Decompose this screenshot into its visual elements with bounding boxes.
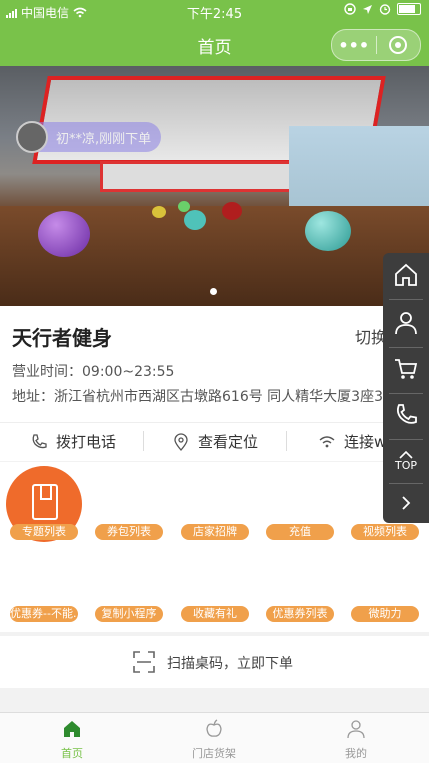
cart-icon: [395, 359, 418, 379]
scan-icon: [133, 651, 155, 673]
grid-item[interactable]: 优惠券--不能...: [10, 606, 78, 622]
avatar: [16, 121, 48, 153]
grid-item[interactable]: 店家招牌: [181, 524, 249, 540]
call-button[interactable]: 拨打电话: [30, 431, 116, 452]
phone-icon: [32, 433, 47, 448]
side-call-button[interactable]: [383, 395, 429, 435]
orientation-lock-icon: [344, 3, 356, 15]
grid-item[interactable]: 微助力: [351, 606, 419, 622]
business-hours: 营业时间：09:00~23:55: [12, 364, 175, 380]
recent-order-text: 初**凉,刚刚下单: [56, 131, 152, 147]
tab-bar: 首页 门店货架 我的: [0, 712, 429, 763]
grid-item[interactable]: 优惠券列表: [266, 606, 334, 622]
chevron-right-icon: [402, 496, 411, 510]
tab-store-shelf-label: 门店货架: [192, 747, 236, 760]
alarm-icon: [379, 4, 391, 15]
status-bar: 中国电信 下午2:45: [0, 0, 429, 22]
more-menu-button[interactable]: •••: [332, 36, 376, 55]
person-outline-icon: [395, 312, 417, 335]
recent-order-toast: 初**凉,刚刚下单: [16, 121, 162, 153]
floating-side-menu: TOP: [383, 253, 429, 523]
feature-grid: 专题列表 券包列表 店家招牌 充值 视频列表 优惠券--不能... 复制小程序 …: [0, 462, 429, 632]
tab-home-label: 首页: [61, 747, 83, 760]
battery-icon: [397, 3, 421, 15]
location-arrow-icon: [363, 4, 372, 14]
store-actions: 拨打电话 查看定位 连接wifi: [0, 422, 429, 461]
collapse-menu-button[interactable]: [383, 483, 429, 523]
grid-item[interactable]: 充值: [266, 524, 334, 540]
chevron-up-icon: [399, 450, 413, 459]
tab-mine[interactable]: 我的: [316, 719, 396, 761]
miniprogram-capsule: •••: [331, 29, 421, 61]
close-miniprogram-button[interactable]: [376, 36, 420, 54]
side-home-button[interactable]: [383, 255, 429, 295]
tab-mine-label: 我的: [345, 747, 367, 760]
grid-item[interactable]: 视频列表: [351, 524, 419, 540]
location-pin-icon: [174, 432, 188, 451]
grid-item[interactable]: 券包列表: [95, 524, 163, 540]
grid-item[interactable]: 收藏有礼: [181, 606, 249, 622]
grid-item[interactable]: 复制小程序: [95, 606, 163, 622]
side-cart-button[interactable]: [383, 349, 429, 389]
phone-outline-icon: [396, 404, 417, 424]
back-to-top-button[interactable]: TOP: [383, 441, 429, 481]
side-profile-button[interactable]: [383, 303, 429, 343]
view-location-label: 查看定位: [198, 433, 259, 451]
call-button-label: 拨打电话: [56, 433, 117, 451]
store-info: 天行者健身 切换门店 营业时间：09:00~23:55 地址：浙江省杭州市西湖区…: [0, 306, 429, 422]
grid-item[interactable]: 专题列表: [10, 524, 78, 540]
scan-label: 扫描桌码，立即下单: [167, 656, 293, 672]
banner-carousel[interactable]: 初**凉,刚刚下单: [0, 66, 429, 306]
navigation-bar: 首页 •••: [0, 22, 429, 66]
tab-home[interactable]: 首页: [32, 719, 112, 761]
tab-store-shelf[interactable]: 门店货架: [174, 719, 254, 761]
store-name: 天行者健身: [12, 326, 112, 350]
target-icon: [389, 36, 408, 54]
scan-table-code-button[interactable]: 扫描桌码，立即下单: [0, 636, 429, 688]
carousel-indicator[interactable]: [210, 288, 217, 295]
view-location-button[interactable]: 查看定位: [172, 431, 258, 452]
home-outline-icon: [395, 263, 417, 286]
home-icon: [64, 721, 80, 737]
person-icon: [347, 720, 365, 739]
wifi-icon: [319, 435, 335, 447]
apple-icon: [206, 719, 222, 737]
store-address: 地址：浙江省杭州市西湖区古墩路616号 同人精华大厦3座3楼: [12, 389, 397, 405]
back-to-top-label: TOP: [394, 458, 417, 472]
